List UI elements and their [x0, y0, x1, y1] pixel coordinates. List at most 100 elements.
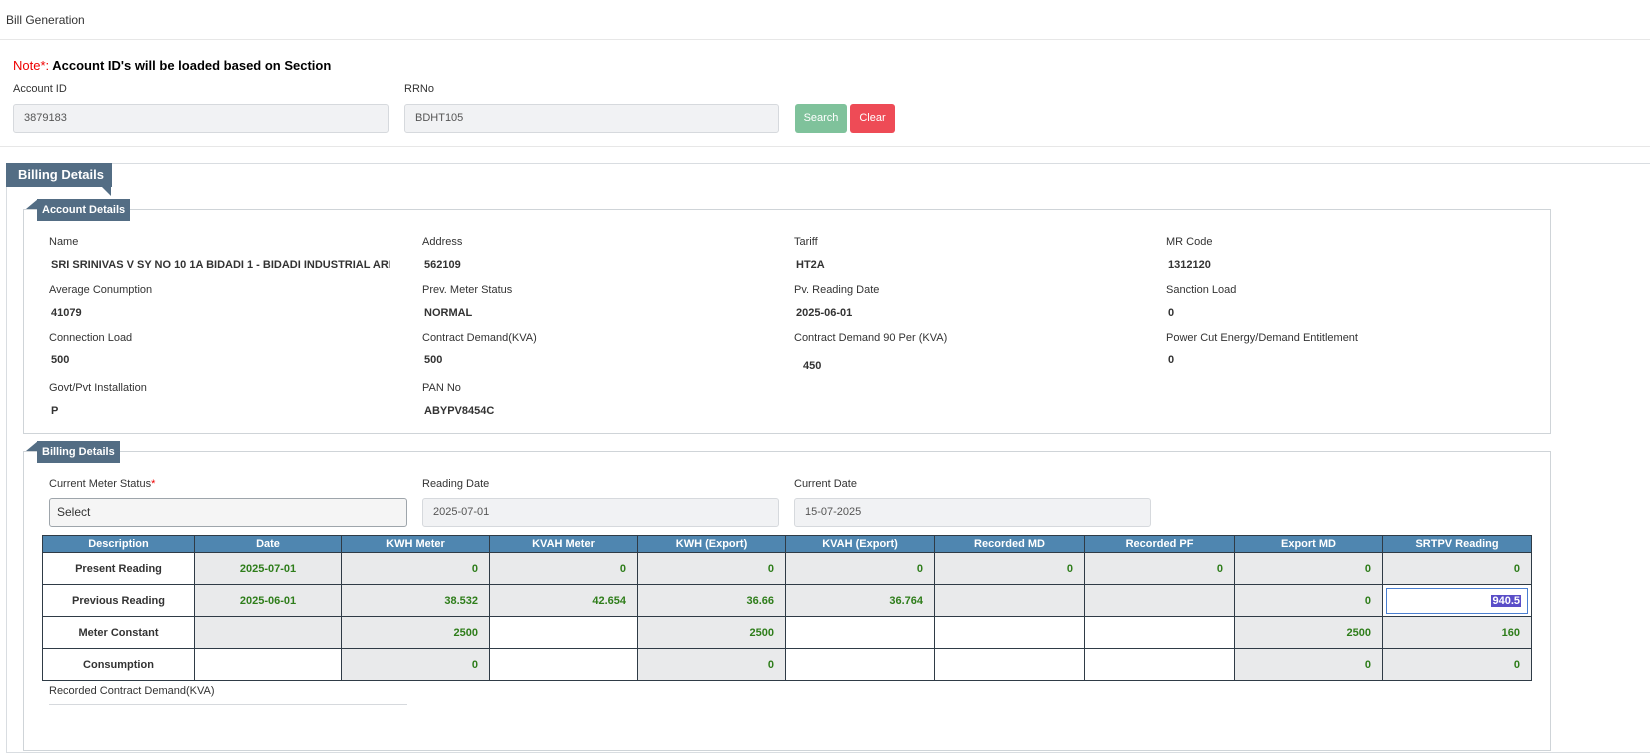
reading-date-input[interactable]: 2025-07-01: [422, 498, 779, 527]
table-cell: 0: [489, 552, 638, 585]
prev-meter-status-label: Prev. Meter Status: [422, 284, 513, 296]
table-cell: 2500: [637, 616, 786, 649]
account-details-tab: Account Details: [37, 199, 131, 221]
table-row: Present Reading 2025-07-01 0 0 0 0 0 0 0…: [42, 552, 1532, 585]
table-cell: 160: [1382, 616, 1532, 649]
connection-load-value: 500: [51, 354, 70, 366]
column-header: Recorded PF: [1084, 535, 1235, 553]
table-cell: 0: [1084, 552, 1235, 585]
note-prefix: Note*:: [13, 58, 50, 73]
table-cell: 0: [934, 552, 1085, 585]
table-cell: [1084, 616, 1235, 649]
contract-demand-90-value: 450: [803, 360, 822, 372]
table-cell: 0: [1234, 648, 1383, 681]
connection-load-label: Connection Load: [49, 332, 133, 344]
table-row: Previous Reading 2025-06-01 38.532 42.65…: [42, 584, 1532, 617]
column-header: KVAH (Export): [785, 535, 935, 553]
pv-reading-date-label: Pv. Reading Date: [794, 284, 880, 296]
row-description: Previous Reading: [42, 584, 195, 617]
current-date-input[interactable]: 15-07-2025: [794, 498, 1151, 527]
table-cell: 36.66: [637, 584, 786, 617]
table-cell: 0: [1234, 552, 1383, 585]
meter-status-select[interactable]: Select: [49, 498, 407, 527]
table-cell: [934, 648, 1085, 681]
pv-reading-date-value: 2025-06-01: [796, 307, 853, 319]
table-cell: [194, 648, 342, 681]
table-cell: 0: [785, 552, 935, 585]
mr-code-label: MR Code: [1166, 236, 1213, 248]
table-cell: 2025-06-01: [194, 584, 342, 617]
table-cell: 0: [1234, 584, 1383, 617]
sanction-load-label: Sanction Load: [1166, 284, 1237, 296]
table-cell: [1084, 584, 1235, 617]
govt-pvt-label: Govt/Pvt Installation: [49, 382, 147, 394]
govt-pvt-value: P: [51, 405, 59, 417]
table-cell: 2500: [1234, 616, 1383, 649]
table-cell: 0: [1382, 648, 1532, 681]
column-header: KVAH Meter: [489, 535, 638, 553]
row-description: Present Reading: [42, 552, 195, 585]
avg-consumption-value: 41079: [51, 307, 82, 319]
column-header: KWH (Export): [637, 535, 786, 553]
current-meter-status-label: Current Meter Status*: [49, 478, 156, 490]
table-cell: 36.764: [785, 584, 935, 617]
sanction-load-value: 0: [1168, 307, 1175, 319]
prev-meter-status-value: NORMAL: [424, 307, 473, 319]
pan-no-value: ABYPV8454C: [424, 405, 495, 417]
contract-demand-label: Contract Demand(KVA): [422, 332, 537, 344]
account-details-section: [23, 209, 1551, 434]
rrno-input[interactable]: BDHT105: [404, 104, 779, 133]
recorded-contract-demand-input[interactable]: [49, 704, 407, 707]
table-cell: [489, 616, 638, 649]
table-cell: 42.654: [489, 584, 638, 617]
srtpv-reading-input[interactable]: 940.5: [1386, 587, 1528, 614]
account-id-input[interactable]: 3879183: [13, 104, 389, 133]
address-label: Address: [422, 236, 463, 248]
table-cell: 0: [637, 648, 786, 681]
contract-demand-90-label: Contract Demand 90 Per (KVA): [794, 332, 948, 344]
current-date-label: Current Date: [794, 478, 857, 490]
name-label: Name: [49, 236, 79, 248]
mr-code-value: 1312120: [1168, 259, 1211, 271]
power-cut-label: Power Cut Energy/Demand Entitlement: [1166, 332, 1358, 344]
readings-table: Description Date KWH Meter KVAH Meter KW…: [42, 535, 1532, 681]
table-row: Meter Constant 2500 2500 2500 160: [42, 616, 1532, 649]
billing-inner-tab: Billing Details: [37, 441, 120, 463]
srtpv-reading-value: 940.5: [1491, 594, 1521, 607]
table-cell: [934, 584, 1085, 617]
recorded-contract-demand-label: Recorded Contract Demand(KVA): [49, 685, 215, 697]
contract-demand-value: 500: [424, 354, 443, 366]
table-cell: [785, 616, 935, 649]
tariff-value: HT2A: [796, 259, 825, 271]
page-title: Bill Generation: [6, 13, 85, 27]
table-cell: [1084, 648, 1235, 681]
row-description: Consumption: [42, 648, 195, 681]
section-note: Note*: Account ID's will be loaded based…: [13, 58, 331, 73]
header-divider: [0, 39, 1650, 40]
table-cell: 38.532: [341, 584, 490, 617]
table-cell: 0: [1382, 552, 1532, 585]
table-cell: 0: [341, 552, 490, 585]
tab-fold-decoration: [102, 187, 111, 196]
column-header: Export MD: [1234, 535, 1383, 553]
search-button[interactable]: Search: [795, 104, 847, 133]
pan-no-label: PAN No: [422, 382, 461, 394]
table-cell: 2500: [341, 616, 490, 649]
address-value: 562109: [424, 259, 461, 271]
table-cell: 2025-07-01: [194, 552, 342, 585]
table-cell: [194, 616, 342, 649]
name-value: SRI SRINIVAS V SY NO 10 1A BIDADI 1 - BI…: [51, 259, 390, 271]
column-header: Recorded MD: [934, 535, 1085, 553]
rrno-label: RRNo: [404, 83, 434, 95]
column-header: Description: [42, 535, 195, 553]
column-header: SRTPV Reading: [1382, 535, 1532, 553]
table-cell: [785, 648, 935, 681]
row-description: Meter Constant: [42, 616, 195, 649]
clear-button[interactable]: Clear: [850, 104, 895, 133]
account-id-label: Account ID: [13, 83, 67, 95]
table-header-row: Description Date KWH Meter KVAH Meter KW…: [42, 535, 1532, 553]
reading-date-label: Reading Date: [422, 478, 490, 490]
column-header: KWH Meter: [341, 535, 490, 553]
avg-consumption-label: Average Conumption: [49, 284, 153, 296]
table-row: Consumption 0 0 0 0: [42, 648, 1532, 681]
